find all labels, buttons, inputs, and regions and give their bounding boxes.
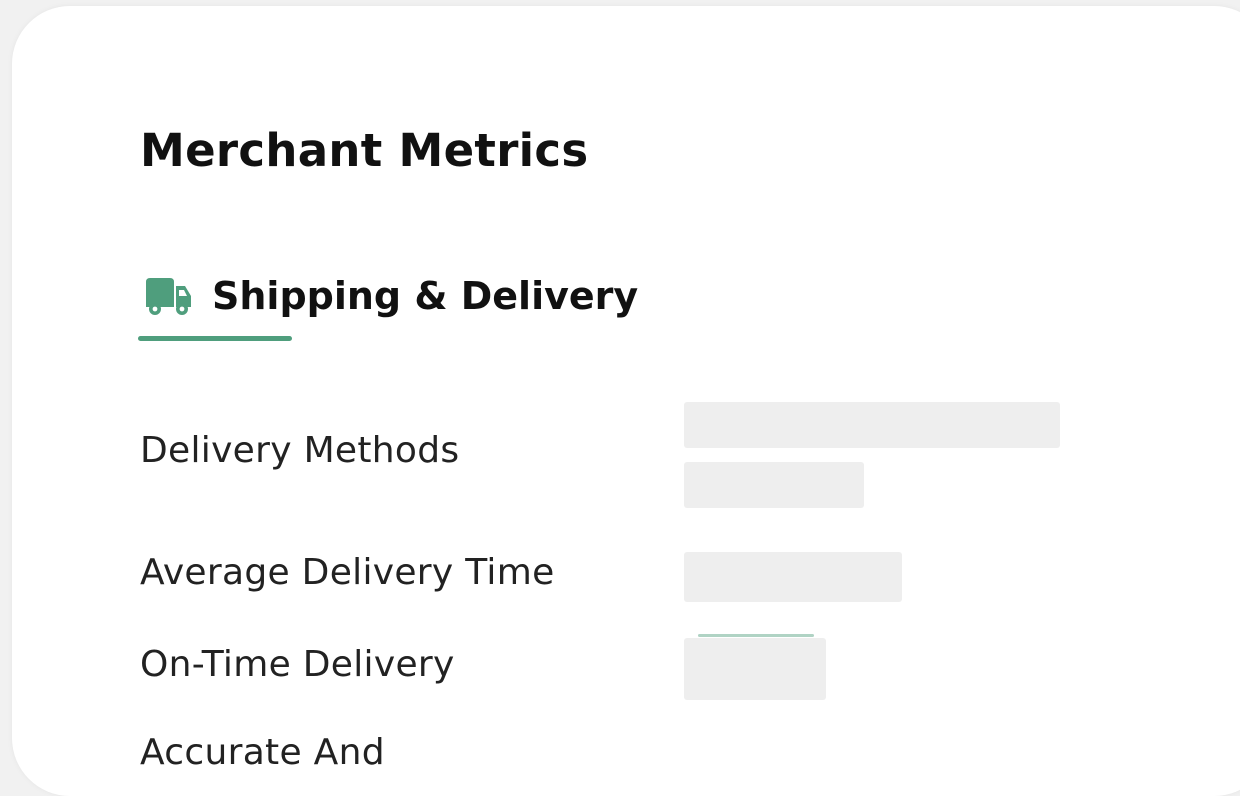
truck-icon xyxy=(144,276,192,316)
accurate-and-label: Accurate And xyxy=(140,732,385,773)
average-delivery-time-label: Average Delivery Time xyxy=(140,552,555,593)
active-tab-indicator xyxy=(138,336,292,341)
on-time-delivery-label: On-Time Delivery xyxy=(140,644,455,685)
delivery-methods-placeholder-line-2 xyxy=(684,462,864,508)
average-delivery-time-placeholder xyxy=(684,552,902,602)
on-time-delivery-placeholder xyxy=(684,638,826,700)
delivery-methods-placeholder-line-1 xyxy=(684,402,1060,448)
on-time-delivery-indicator xyxy=(698,634,814,637)
page-title: Merchant Metrics xyxy=(140,124,589,177)
tab-label: Shipping & Delivery xyxy=(212,274,639,318)
delivery-methods-label: Delivery Methods xyxy=(140,430,460,471)
tab-shipping-delivery[interactable]: Shipping & Delivery xyxy=(138,268,698,346)
merchant-metrics-card: Merchant Metrics Shipping & Delivery Del… xyxy=(12,6,1240,796)
